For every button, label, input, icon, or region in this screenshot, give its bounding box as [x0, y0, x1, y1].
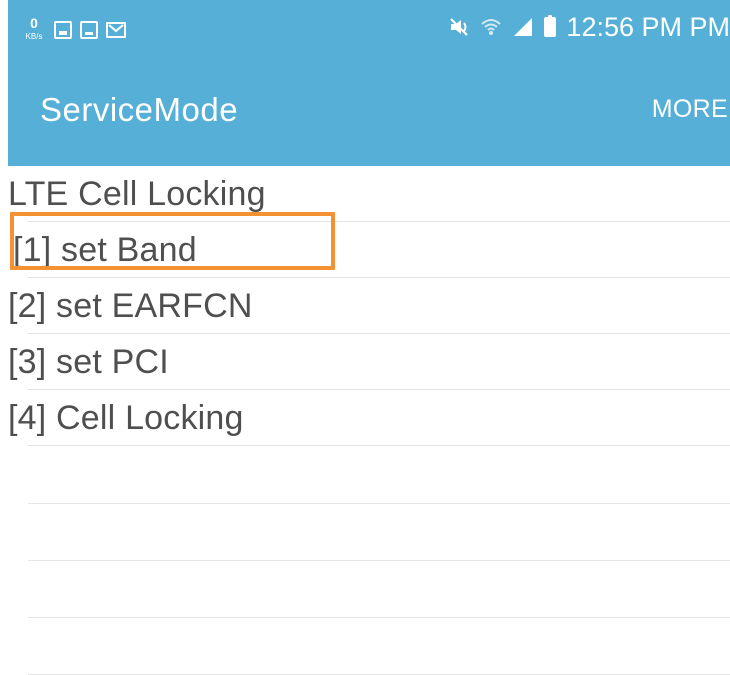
list-item-label: [4] Cell Locking — [8, 399, 244, 437]
data-speed-unit: KB/s — [25, 32, 43, 41]
set-band-highlight — [10, 212, 335, 270]
list-item-cell-locking[interactable]: [4] Cell Locking — [8, 390, 730, 446]
list-item-set-pci[interactable]: [3] set PCI — [8, 334, 730, 390]
list-header-label: LTE Cell Locking — [8, 175, 266, 213]
mail-icon — [106, 22, 126, 38]
status-left-icons: 0 KB/s — [22, 16, 126, 44]
mute-icon — [448, 16, 470, 38]
data-speed-value: 0 — [30, 15, 38, 31]
battery-icon — [544, 15, 557, 37]
list-divider — [28, 445, 730, 446]
data-speed-icon: 0 KB/s — [22, 16, 46, 44]
list-item-label: [3] set PCI — [8, 343, 169, 381]
list-item-label: [2] set EARFCN — [8, 287, 253, 325]
app-bar: ServiceMode MORE — [8, 58, 730, 166]
list-divider — [28, 617, 730, 618]
app-title: ServiceMode — [40, 91, 239, 128]
gallery-icon — [54, 21, 72, 39]
wifi-icon — [480, 16, 502, 38]
screen-icon — [80, 21, 98, 39]
status-bar: 0 KB/s 12:56 PM PM — [8, 0, 730, 58]
status-time: 12:56 PM PM — [566, 12, 730, 42]
list-divider — [28, 503, 730, 504]
list-item-set-earfcn[interactable]: [2] set EARFCN — [8, 278, 730, 334]
list-divider — [28, 560, 730, 561]
more-button[interactable]: MORE — [652, 94, 728, 124]
signal-icon — [512, 16, 534, 38]
status-right-icons: 12:56 PM PM — [448, 12, 730, 42]
service-mode-screen: 0 KB/s 12:56 PM PM ServiceMode MORE LTE … — [0, 0, 730, 675]
